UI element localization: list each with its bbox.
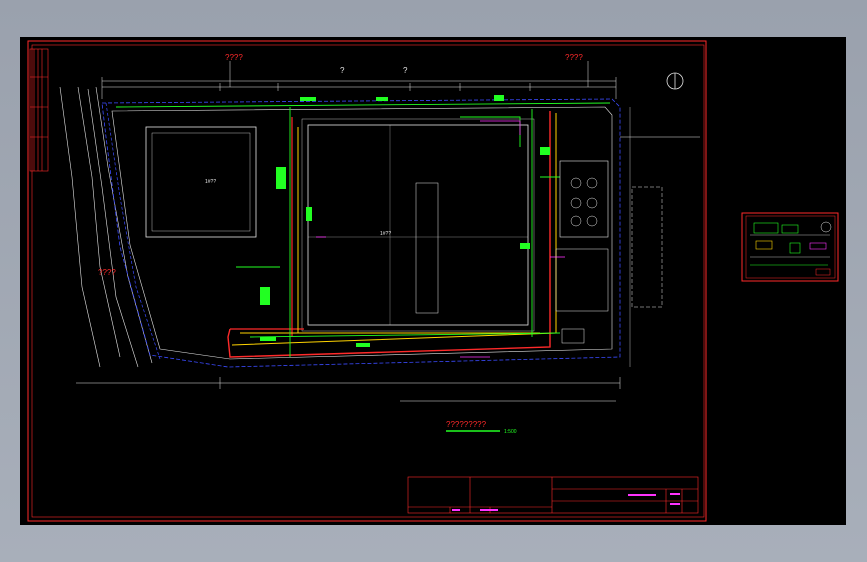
site-plan-drawing: ???? ???? ? ? ???? 1#?? 1#?? ????????? 1…: [27, 40, 839, 522]
equipment-yard: [555, 248, 609, 312]
yellow-pipes: [231, 113, 557, 346]
left-road-label: ????: [98, 268, 116, 277]
sheet-thumbnail[interactable]: [741, 212, 839, 282]
title-block-marks: [452, 493, 680, 511]
building-left-label: 1#??: [205, 179, 216, 185]
north-arrow-icon: [666, 72, 684, 90]
building-main-outline: [301, 118, 535, 332]
left-road: [59, 86, 153, 368]
pump-room: [559, 160, 609, 238]
green-pipes: [115, 102, 611, 357]
green-annotations: [260, 95, 550, 347]
building-main-label: 1#??: [380, 231, 391, 237]
title-top-right: ????: [565, 53, 583, 62]
binding-strip: [29, 48, 49, 172]
perimeter-road: [111, 106, 613, 360]
mark-q2: ?: [403, 66, 408, 75]
bottom-dimensions: [76, 377, 621, 402]
title-top-left: ????: [225, 53, 243, 62]
building-main: [307, 124, 529, 326]
annex-dashed: [631, 186, 663, 308]
outer-frame: [27, 40, 707, 522]
building-left-inner: [151, 132, 251, 232]
site-boundary: [101, 98, 621, 368]
building-left: [145, 126, 257, 238]
building-main-core: [415, 182, 439, 314]
legend-scale: 1:500: [504, 429, 517, 435]
top-dimensions: [101, 61, 617, 99]
pump-tanks: [570, 177, 598, 227]
mark-q1: ?: [340, 66, 345, 75]
cad-drawing-canvas[interactable]: ???? ???? ? ? ???? 1#?? 1#?? ????????? 1…: [20, 37, 846, 525]
cad-viewport: ???? ???? ? ? ???? 1#?? 1#?? ????????? 1…: [0, 0, 867, 562]
inner-frame: [31, 44, 705, 518]
legend-title: ?????????: [446, 420, 487, 429]
